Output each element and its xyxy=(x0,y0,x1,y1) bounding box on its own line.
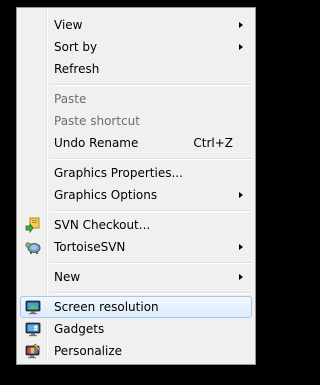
menu-item-graphics-options[interactable]: Graphics Options xyxy=(20,184,252,206)
menu-item-tortoisesvn[interactable]: TortoiseSVN xyxy=(20,236,252,258)
menu-separator xyxy=(50,84,252,86)
menu-item-view[interactable]: View xyxy=(20,14,252,36)
menu-item-refresh[interactable]: Refresh xyxy=(20,58,252,80)
menu-separator xyxy=(50,210,252,212)
submenu-arrow-icon xyxy=(239,244,243,250)
menu-item-label: Paste shortcut xyxy=(54,114,140,128)
menu-item-graphics-properties[interactable]: Graphics Properties... xyxy=(20,162,252,184)
menu-item-undo-rename[interactable]: Undo Rename Ctrl+Z xyxy=(20,132,252,154)
menu-item-label: Undo Rename xyxy=(54,136,139,150)
menu-item-label: Screen resolution xyxy=(54,300,159,314)
menu-item-label: Graphics Options xyxy=(54,188,158,202)
menu-separator xyxy=(50,292,252,294)
menu-item-label: View xyxy=(54,18,83,32)
menu-item-label: New xyxy=(54,270,81,284)
menu-item-gadgets[interactable]: Gadgets xyxy=(20,318,252,340)
menu-item-paste-shortcut[interactable]: Paste shortcut xyxy=(20,110,252,132)
menu-item-label: Paste xyxy=(54,92,87,106)
screen-resolution-icon xyxy=(25,300,41,315)
menu-item-label: Personalize xyxy=(54,344,123,358)
svn-checkout-icon xyxy=(25,217,40,233)
menu-item-paste[interactable]: Paste xyxy=(20,88,252,110)
menu-item-label: Sort by xyxy=(54,40,98,54)
menu-item-sort-by[interactable]: Sort by xyxy=(20,36,252,58)
keyboard-shortcut: Ctrl+Z xyxy=(193,136,233,150)
menu-separator xyxy=(50,262,252,264)
tortoisesvn-icon xyxy=(25,242,41,254)
menu-item-svn-checkout[interactable]: SVN Checkout... xyxy=(20,214,252,236)
menu-item-label: Gadgets xyxy=(54,322,105,336)
menu-item-new[interactable]: New xyxy=(20,266,252,288)
menu-item-label: Refresh xyxy=(54,62,100,76)
menu-item-label: SVN Checkout... xyxy=(54,218,151,232)
submenu-arrow-icon xyxy=(239,192,243,198)
menu-item-label: TortoiseSVN xyxy=(54,240,126,254)
menu-item-personalize[interactable]: Personalize xyxy=(20,340,252,362)
submenu-arrow-icon xyxy=(239,44,243,50)
gadgets-icon xyxy=(25,322,41,337)
personalize-icon xyxy=(25,343,41,359)
menu-item-screen-resolution[interactable]: Screen resolution xyxy=(20,296,252,318)
desktop-context-menu: View Sort by Refresh Paste Paste shortcu… xyxy=(16,7,256,365)
submenu-arrow-icon xyxy=(239,22,243,28)
menu-item-label: Graphics Properties... xyxy=(54,166,183,180)
submenu-arrow-icon xyxy=(239,274,243,280)
menu-separator xyxy=(50,158,252,160)
